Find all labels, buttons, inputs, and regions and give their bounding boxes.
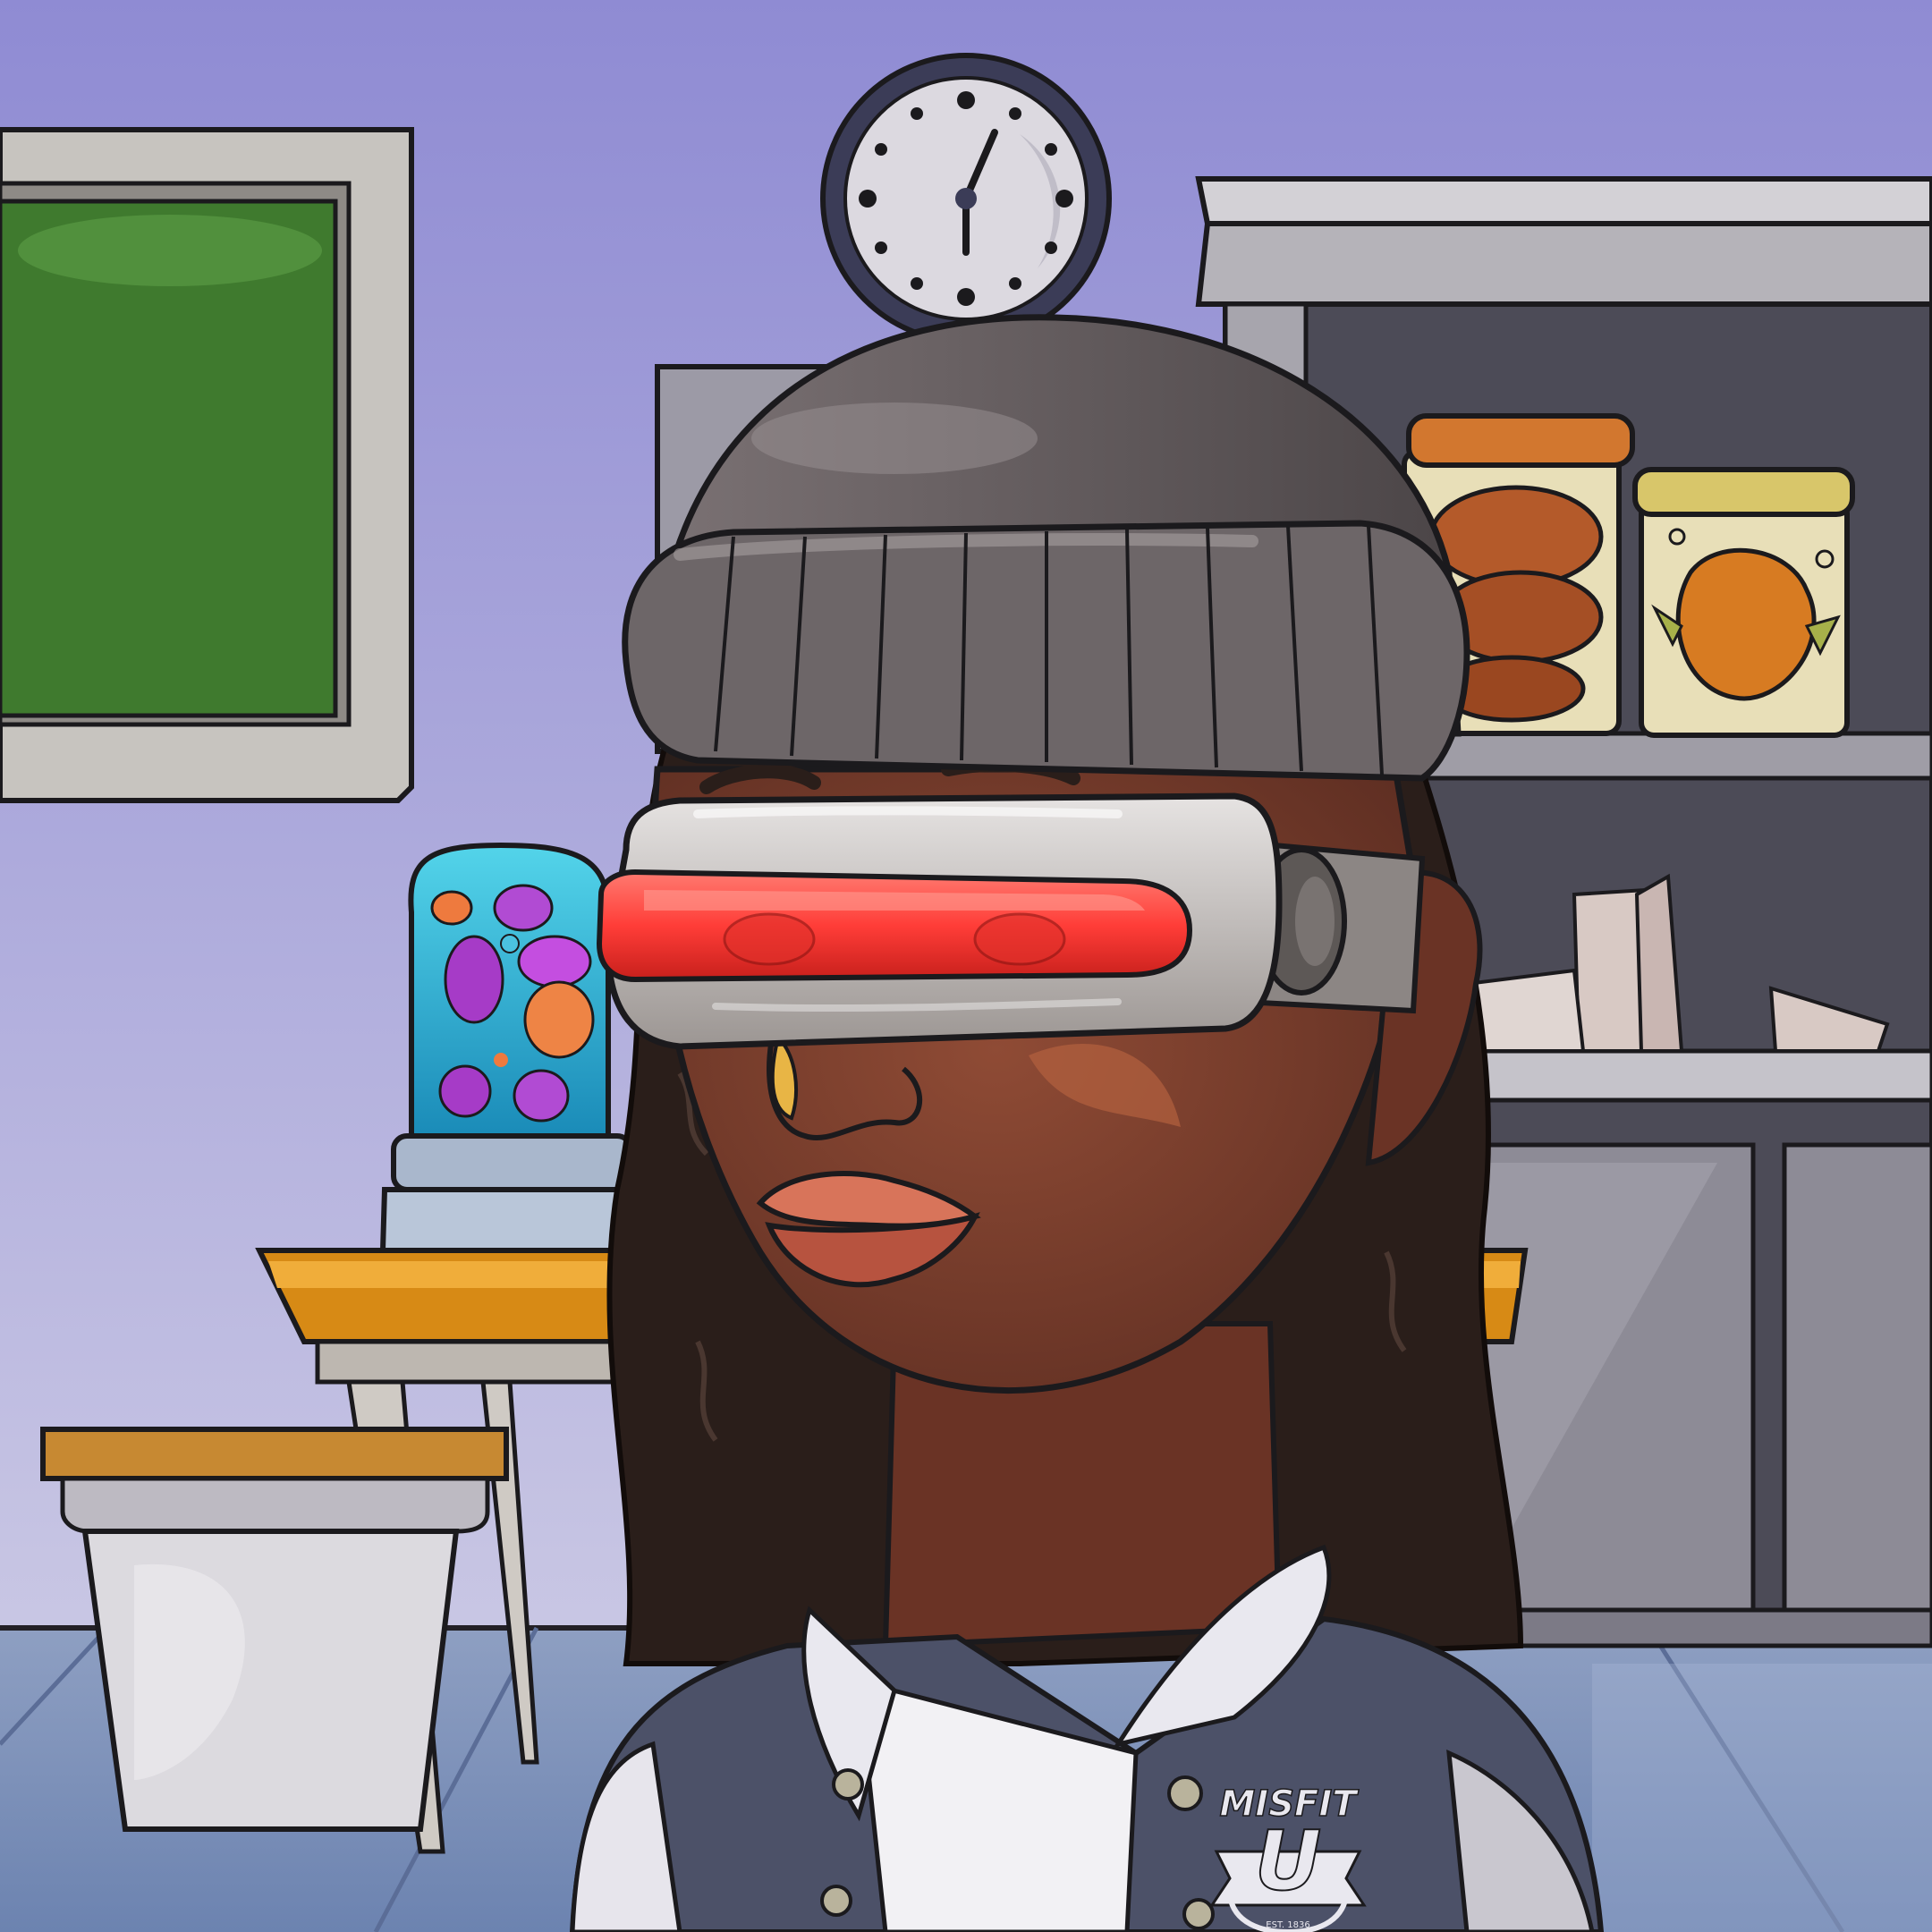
specimen-jar-icon bbox=[1632, 467, 1855, 738]
wall-clock-icon bbox=[820, 53, 1112, 344]
logo-est: EST. 1836 bbox=[1266, 1920, 1309, 1930]
illustration-scene: MISFIT U EST. 1836 bbox=[0, 0, 1932, 1932]
logo-letter: U bbox=[1255, 1813, 1322, 1909]
scene-svg: MISFIT U EST. 1836 bbox=[0, 0, 1932, 1932]
chalkboard bbox=[0, 127, 414, 803]
